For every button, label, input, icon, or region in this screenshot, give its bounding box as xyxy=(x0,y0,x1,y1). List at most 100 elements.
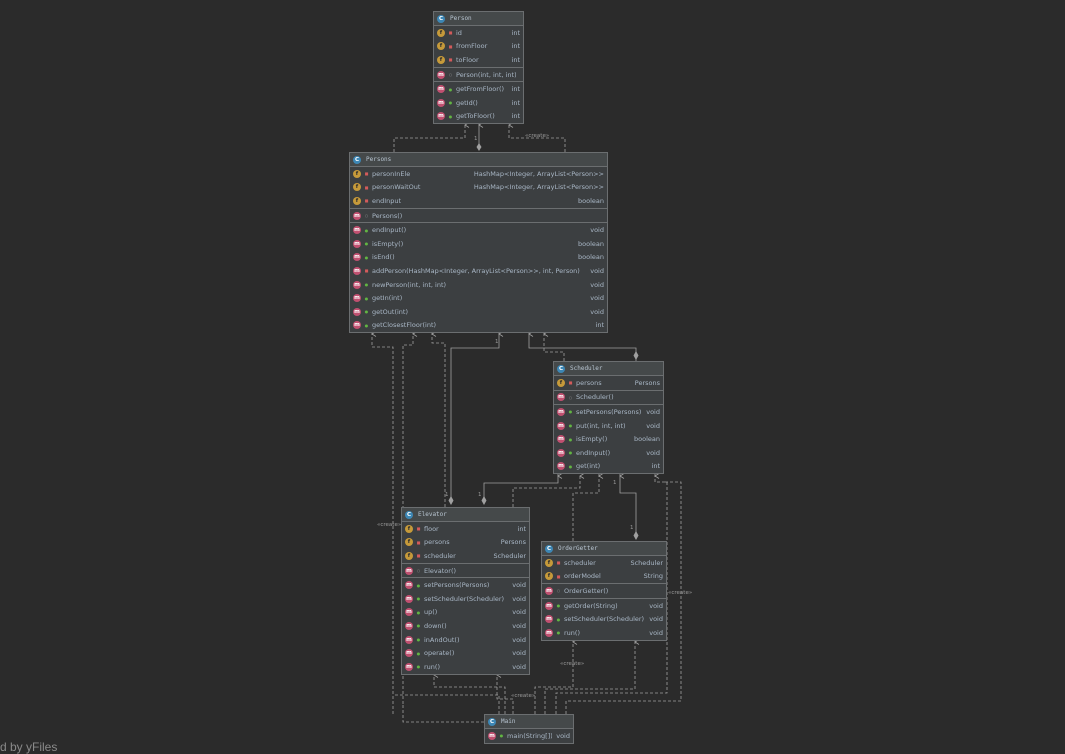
method-row[interactable]: m ● getId() int xyxy=(434,96,523,110)
method-row[interactable]: m ● getIn(int) void xyxy=(350,291,607,305)
field-row[interactable]: f ■ endInput boolean xyxy=(350,194,607,208)
field-row[interactable]: f ■ scheduler Scheduler xyxy=(402,549,529,563)
methods-section: m ● getOrder(String) void m ● setScheduler(Sch… xyxy=(542,599,666,640)
unlock-icon: ● xyxy=(416,650,421,656)
unlock-icon: ● xyxy=(556,616,561,622)
method-type: void xyxy=(512,662,526,671)
method-row[interactable]: m ● get(int) int xyxy=(554,460,663,474)
methods-section: m ● setPersons(Persons) void m ● put(int, int,… xyxy=(554,405,663,473)
method-row[interactable]: m ● setScheduler(Scheduler) void xyxy=(542,612,666,626)
field-type: String xyxy=(643,572,663,581)
method-icon: m xyxy=(405,662,413,671)
method-row[interactable]: m ● setPersons(Persons) void xyxy=(402,578,529,592)
method-type: int xyxy=(511,98,520,107)
lock-icon: ■ xyxy=(364,171,369,177)
field-row[interactable]: f ■ personWaitOut HashMap<Integer, ArrayLis… xyxy=(350,181,607,195)
method-row[interactable]: m ● down() void xyxy=(402,619,529,633)
method-row[interactable]: m ● isEmpty() boolean xyxy=(350,237,607,251)
constructor-row[interactable]: m ○ Scheduler() xyxy=(554,391,663,405)
method-row[interactable]: m ● getClosestFloor(int) int xyxy=(350,319,607,333)
method-row[interactable]: m ● getToFloor() int xyxy=(434,110,523,124)
field-row[interactable]: f ■ id int xyxy=(434,26,523,40)
method-row[interactable]: m ● setScheduler(Scheduler) void xyxy=(402,592,529,606)
method-name: getOrder(String) xyxy=(564,601,618,610)
class-scheduler[interactable]: C Scheduler f ■ persons Persons m ○ Scheduler() m… xyxy=(553,361,664,475)
method-name: put(int, int, int) xyxy=(576,421,626,430)
create-label: «create» xyxy=(511,693,536,699)
method-row[interactable]: m ● getFromFloor() int xyxy=(434,82,523,96)
package-icon: ○ xyxy=(568,394,573,400)
edge-main-elevator-1 xyxy=(393,694,500,714)
class-person[interactable]: C Person f ■ id int f ■ fromFloor int f ■ toFloor int… xyxy=(433,11,524,125)
method-row[interactable]: m ● operate() void xyxy=(402,646,529,660)
unlock-icon: ● xyxy=(568,423,573,429)
method-row[interactable]: m ● setPersons(Persons) void xyxy=(554,405,663,419)
class-persons[interactable]: C Persons f ■ personInEle HashMap<Integer, Ar… xyxy=(349,152,608,334)
constructor-row[interactable]: m ○ Person(int, int, int) xyxy=(434,68,523,82)
multiplicity-label: 1 xyxy=(474,136,478,142)
unlock-icon: ● xyxy=(416,637,421,643)
method-row[interactable]: m ● inAndOut() void xyxy=(402,633,529,647)
method-row[interactable]: m ● run() void xyxy=(402,660,529,674)
constructor-row[interactable]: m ○ Persons() xyxy=(350,209,607,223)
method-row[interactable]: m ● getOrder(String) void xyxy=(542,599,666,613)
method-row[interactable]: m ● isEnd() boolean xyxy=(350,251,607,265)
unlock-icon: ● xyxy=(556,603,561,609)
field-row[interactable]: f ■ toFloor int xyxy=(434,53,523,67)
field-row[interactable]: f ■ persons Persons xyxy=(554,376,663,390)
field-name: persons xyxy=(576,378,602,387)
method-row[interactable]: m ● getOut(int) void xyxy=(350,305,607,319)
constructor-row[interactable]: m ○ Elevator() xyxy=(402,564,529,578)
class-ordergetter[interactable]: C OrderGetter f ■ scheduler Scheduler f ■ orderM… xyxy=(541,541,667,641)
method-name: endInput() xyxy=(576,448,611,457)
lock-icon: ■ xyxy=(448,30,453,36)
edge-scheduler-persons xyxy=(528,331,637,361)
fields-section: f ■ floor int f ■ persons Persons f ■ scheduler Sch… xyxy=(402,522,529,564)
unlock-icon: ● xyxy=(448,100,453,106)
method-row[interactable]: m ● main(String[]) void xyxy=(485,729,573,743)
method-icon: m xyxy=(557,462,565,471)
method-type: int xyxy=(511,112,520,121)
field-row[interactable]: f ■ personInEle HashMap<Integer, ArrayList<… xyxy=(350,167,607,181)
method-icon: m xyxy=(557,407,565,416)
field-row[interactable]: f ■ persons Persons xyxy=(402,536,529,550)
class-main[interactable]: C Main m ● main(String[]) void xyxy=(484,714,574,744)
unlock-icon: ● xyxy=(568,409,573,415)
method-name: setPersons(Persons) xyxy=(576,407,642,416)
constructors-section: m ○ Person(int, int, int) xyxy=(434,68,523,83)
method-row[interactable]: m ■ addPerson(HashMap<Integer, ArrayList<P… xyxy=(350,264,607,278)
edge-ordergetter-scheduler xyxy=(619,473,637,536)
method-type: void xyxy=(590,280,604,289)
field-icon: f xyxy=(353,169,361,178)
method-row[interactable]: m ● isEmpty() boolean xyxy=(554,432,663,446)
class-elevator[interactable]: C Elevator f ■ floor int f ■ persons Persons f ■ sch… xyxy=(401,507,530,675)
field-row[interactable]: f ■ fromFloor int xyxy=(434,40,523,54)
method-type: void xyxy=(556,731,570,740)
field-type: Scheduler xyxy=(630,558,663,567)
create-label: «create» xyxy=(377,522,402,528)
field-name: orderModel xyxy=(564,572,601,581)
method-row[interactable]: m ● endInput() void xyxy=(350,223,607,237)
method-row[interactable]: m ● run() void xyxy=(542,626,666,640)
method-icon: m xyxy=(557,435,565,444)
field-icon: f xyxy=(353,183,361,192)
method-icon: m xyxy=(557,393,565,402)
edge-persons-person-create-left xyxy=(393,122,470,152)
field-row[interactable]: f ■ scheduler Scheduler xyxy=(542,556,666,570)
method-row[interactable]: m ● up() void xyxy=(402,606,529,620)
fields-section: f ■ scheduler Scheduler f ■ orderModel String xyxy=(542,556,666,585)
multiplicity-label: 1 xyxy=(478,492,482,498)
method-row[interactable]: m ● endInput() void xyxy=(554,446,663,460)
field-icon: f xyxy=(545,572,553,581)
field-row[interactable]: f ■ floor int xyxy=(402,522,529,536)
field-type: HashMap<Integer, ArrayList<Person>> xyxy=(473,183,604,192)
unlock-icon: ● xyxy=(364,254,369,260)
method-row[interactable]: m ● put(int, int, int) void xyxy=(554,419,663,433)
method-icon: m xyxy=(557,421,565,430)
constructors-section: m ○ Elevator() xyxy=(402,564,529,579)
method-row[interactable]: m ● newPerson(int, int, int) void xyxy=(350,278,607,292)
field-row[interactable]: f ■ orderModel String xyxy=(542,570,666,584)
constructor-row[interactable]: m ○ OrderGetter() xyxy=(542,584,666,598)
methods-section: m ● endInput() void m ● isEmpty() boolean m ● isEn… xyxy=(350,223,607,332)
field-name: toFloor xyxy=(456,55,479,64)
